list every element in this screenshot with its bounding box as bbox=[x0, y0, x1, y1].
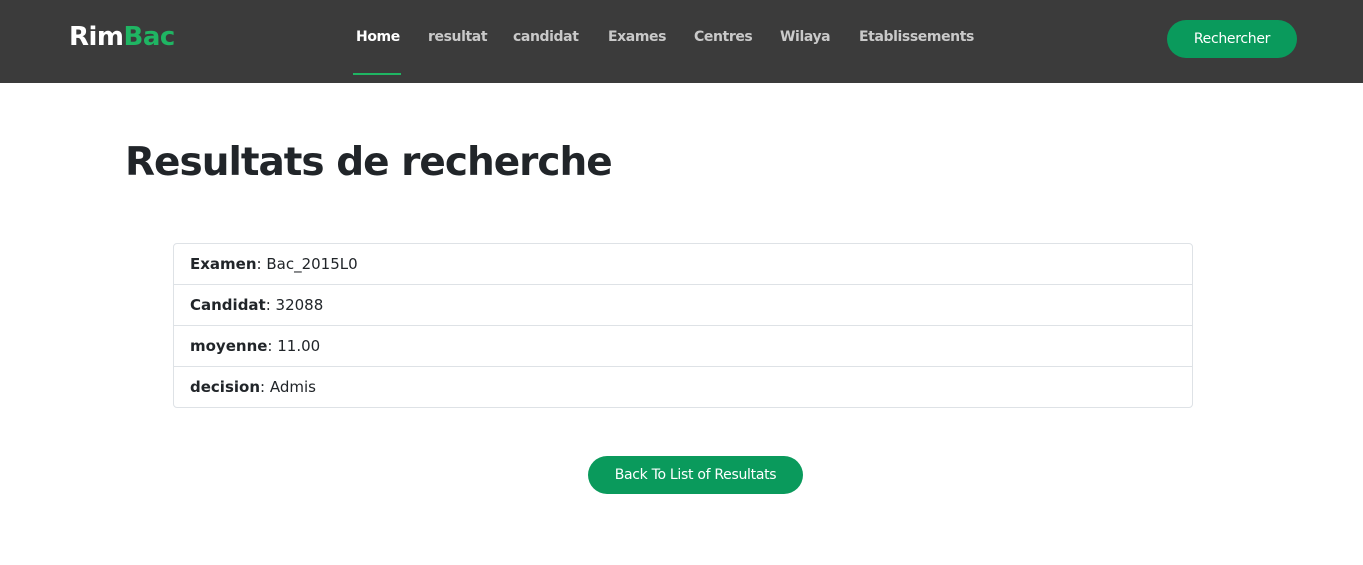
nav-item-candidat[interactable]: candidat bbox=[513, 29, 579, 45]
result-value: : Admis bbox=[260, 378, 316, 396]
active-nav-indicator bbox=[353, 73, 401, 75]
result-label: Examen bbox=[190, 255, 257, 273]
result-row-decision: decision: Admis bbox=[174, 367, 1192, 407]
result-value: : 11.00 bbox=[267, 337, 321, 355]
main-nav: Home resultat candidat Exames Centres Wi… bbox=[0, 0, 1363, 83]
result-label: Candidat bbox=[190, 296, 266, 314]
result-row-moyenne: moyenne: 11.00 bbox=[174, 326, 1192, 367]
nav-item-centres[interactable]: Centres bbox=[694, 29, 753, 45]
back-to-list-button[interactable]: Back To List of Resultats bbox=[588, 456, 803, 494]
result-row-candidat: Candidat: 32088 bbox=[174, 285, 1192, 326]
navbar: RimBac Home resultat candidat Exames Cen… bbox=[0, 0, 1363, 83]
nav-item-wilaya[interactable]: Wilaya bbox=[780, 29, 831, 45]
result-value: : Bac_2015L0 bbox=[256, 255, 358, 273]
result-value: : 32088 bbox=[265, 296, 324, 314]
search-button[interactable]: Rechercher bbox=[1167, 20, 1297, 58]
result-list: Examen: Bac_2015L0 Candidat: 32088 moyen… bbox=[173, 243, 1193, 408]
nav-item-resultat[interactable]: resultat bbox=[428, 29, 488, 45]
nav-item-etablissements[interactable]: Etablissements bbox=[859, 29, 974, 45]
nav-item-exames[interactable]: Exames bbox=[608, 29, 666, 45]
result-label: moyenne bbox=[190, 337, 268, 355]
result-label: decision bbox=[190, 378, 260, 396]
page-title: Resultats de recherche bbox=[125, 140, 613, 185]
result-row-examen: Examen: Bac_2015L0 bbox=[174, 244, 1192, 285]
nav-item-home[interactable]: Home bbox=[356, 29, 400, 45]
